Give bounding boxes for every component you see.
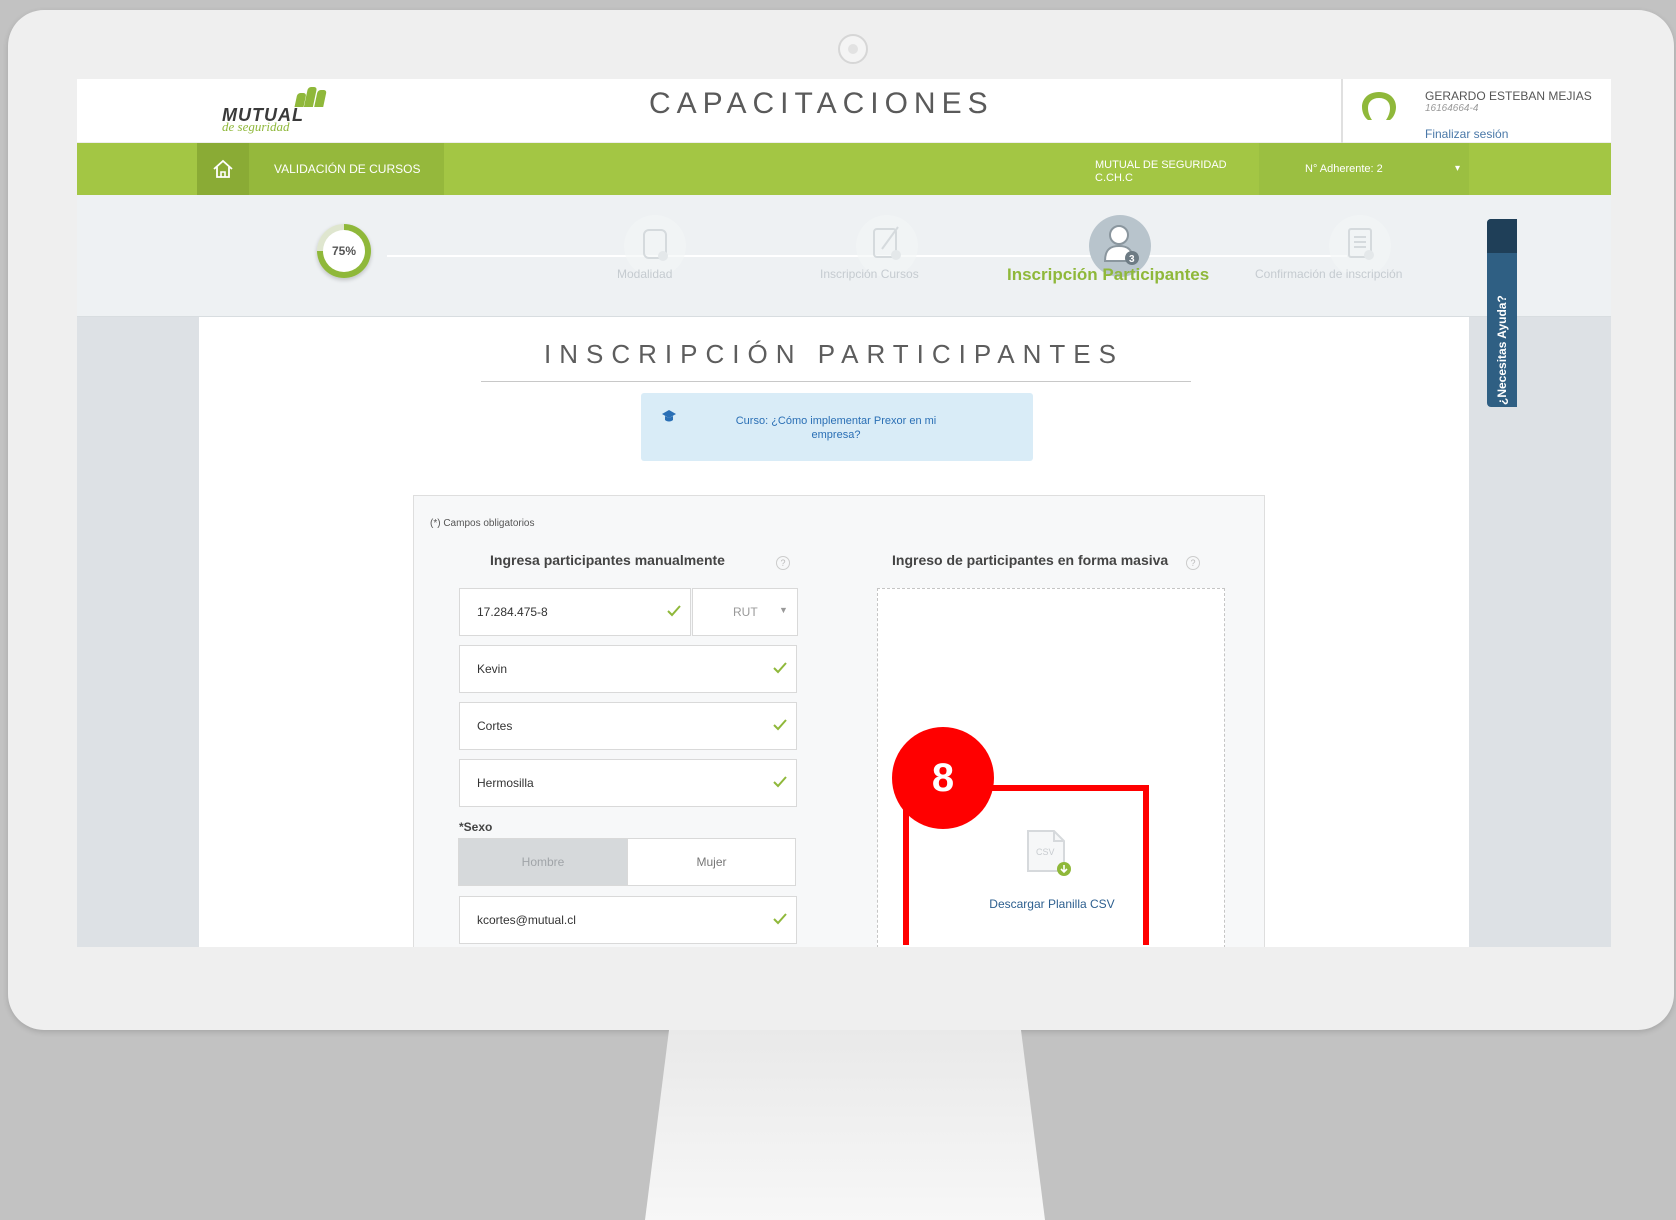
sex-option-female[interactable]: Mujer (627, 839, 795, 885)
rut-field[interactable]: 17.284.475-8 (459, 588, 691, 636)
manual-help-icon[interactable]: ? (776, 556, 790, 570)
nav-validation-courses[interactable]: VALIDACIÓN DE CURSOS (249, 143, 444, 195)
document-type-select[interactable]: RUT ▼ (692, 588, 798, 636)
svg-text:3: 3 (1129, 254, 1135, 265)
sex-label: *Sexo (459, 820, 493, 834)
help-tab-label: ¿Necesitas Ayuda? (1495, 295, 1509, 405)
main-content: INSCRIPCIÓN PARTICIPANTES Curso: ¿Cómo i… (199, 317, 1469, 947)
step-label-confirmacion: Confirmación de inscripción (1255, 267, 1403, 281)
first-name-value: Kevin (477, 662, 508, 676)
email-field[interactable]: kcortes@mutual.cl (459, 896, 797, 944)
mass-help-icon[interactable]: ? (1186, 556, 1200, 570)
logo-bars-icon (292, 85, 328, 107)
mass-section-title: Ingreso de participantes en forma masiva (892, 552, 1169, 568)
user-rut: 16164664-4 (1425, 103, 1479, 114)
company-name-line1: MUTUAL DE SEGURIDAD (1095, 159, 1227, 171)
home-button[interactable] (197, 143, 249, 195)
progress-ring: 75% (317, 224, 371, 278)
title-divider (481, 381, 1191, 382)
required-fields-note: (*) Campos obligatorios (430, 518, 535, 529)
check-icon (773, 776, 787, 788)
home-icon (213, 159, 233, 178)
app-title: CAPACITACIONES (649, 87, 994, 120)
last-name-1-field[interactable]: Cortes (459, 702, 797, 750)
step-label-inscripcion-participantes: Inscripción Participantes (1007, 265, 1210, 284)
webcam (838, 34, 868, 64)
user-panel: GERARDO ESTEBAN MEJIAS 16164664-4 Finali… (1341, 79, 1611, 143)
manual-section-title: Ingresa participantes manualmente (490, 552, 725, 568)
help-side-tab[interactable]: ¿Necesitas Ayuda? (1487, 219, 1517, 407)
header: MUTUAL de seguridad CAPACITACIONES GERAR… (77, 79, 1611, 143)
company-name: MUTUAL DE SEGURIDAD C.CH.C (1095, 159, 1227, 185)
first-name-field[interactable]: Kevin (459, 645, 797, 693)
adherente-selector[interactable]: N° Adherente: 2 (1305, 163, 1383, 175)
rut-value: 17.284.475-8 (477, 605, 548, 619)
participant-icon: 3 (1103, 225, 1139, 265)
clipboard-icon (1348, 228, 1374, 260)
last-name-2-value: Hermosilla (477, 776, 534, 790)
check-icon (773, 719, 787, 731)
annotation-step-number: 8 (892, 727, 994, 829)
user-avatar-icon (1362, 92, 1396, 120)
last-name-2-field[interactable]: Hermosilla (459, 759, 797, 807)
check-icon (773, 662, 787, 674)
logo-subtext: de seguridad (222, 119, 290, 134)
tablet-icon (643, 229, 668, 261)
step-label-modalidad: Modalidad (617, 267, 673, 281)
monitor-stand (645, 1030, 1045, 1220)
progress-value: 75% (323, 230, 365, 272)
email-value: kcortes@mutual.cl (477, 913, 576, 927)
course-info-box: Curso: ¿Cómo implementar Prexor en mi em… (641, 393, 1033, 461)
main-nav: VALIDACIÓN DE CURSOS MUTUAL DE SEGURIDAD… (77, 143, 1611, 195)
course-name: Curso: ¿Cómo implementar Prexor en mi em… (735, 415, 937, 441)
user-name: GERARDO ESTEBAN MEJIAS (1425, 89, 1592, 103)
graduation-cap-icon (661, 409, 677, 426)
sex-toggle: Hombre Mujer (458, 838, 796, 886)
mutual-logo[interactable]: MUTUAL de seguridad (222, 85, 352, 137)
check-icon (773, 913, 787, 925)
help-tab-chevron-icon[interactable] (1487, 219, 1517, 253)
company-name-line2: C.CH.C (1095, 172, 1133, 184)
document-type-value: RUT (733, 605, 758, 619)
last-name-1-value: Cortes (477, 719, 513, 733)
adherente-caret-icon[interactable]: ▾ (1455, 163, 1460, 174)
sex-option-male[interactable]: Hombre (459, 839, 627, 885)
check-icon (667, 605, 681, 617)
logout-link[interactable]: Finalizar sesión (1425, 127, 1508, 141)
edit-document-icon (873, 226, 901, 260)
progress-stepper: 75% Modalidad Inscripción Cursos 3 Inscr… (77, 195, 1611, 317)
page-title: INSCRIPCIÓN PARTICIPANTES (544, 339, 1124, 369)
step-label-inscripcion-cursos: Inscripción Cursos (820, 267, 919, 281)
screen: MUTUAL de seguridad CAPACITACIONES GERAR… (77, 79, 1611, 947)
chevron-down-icon: ▼ (779, 605, 788, 615)
